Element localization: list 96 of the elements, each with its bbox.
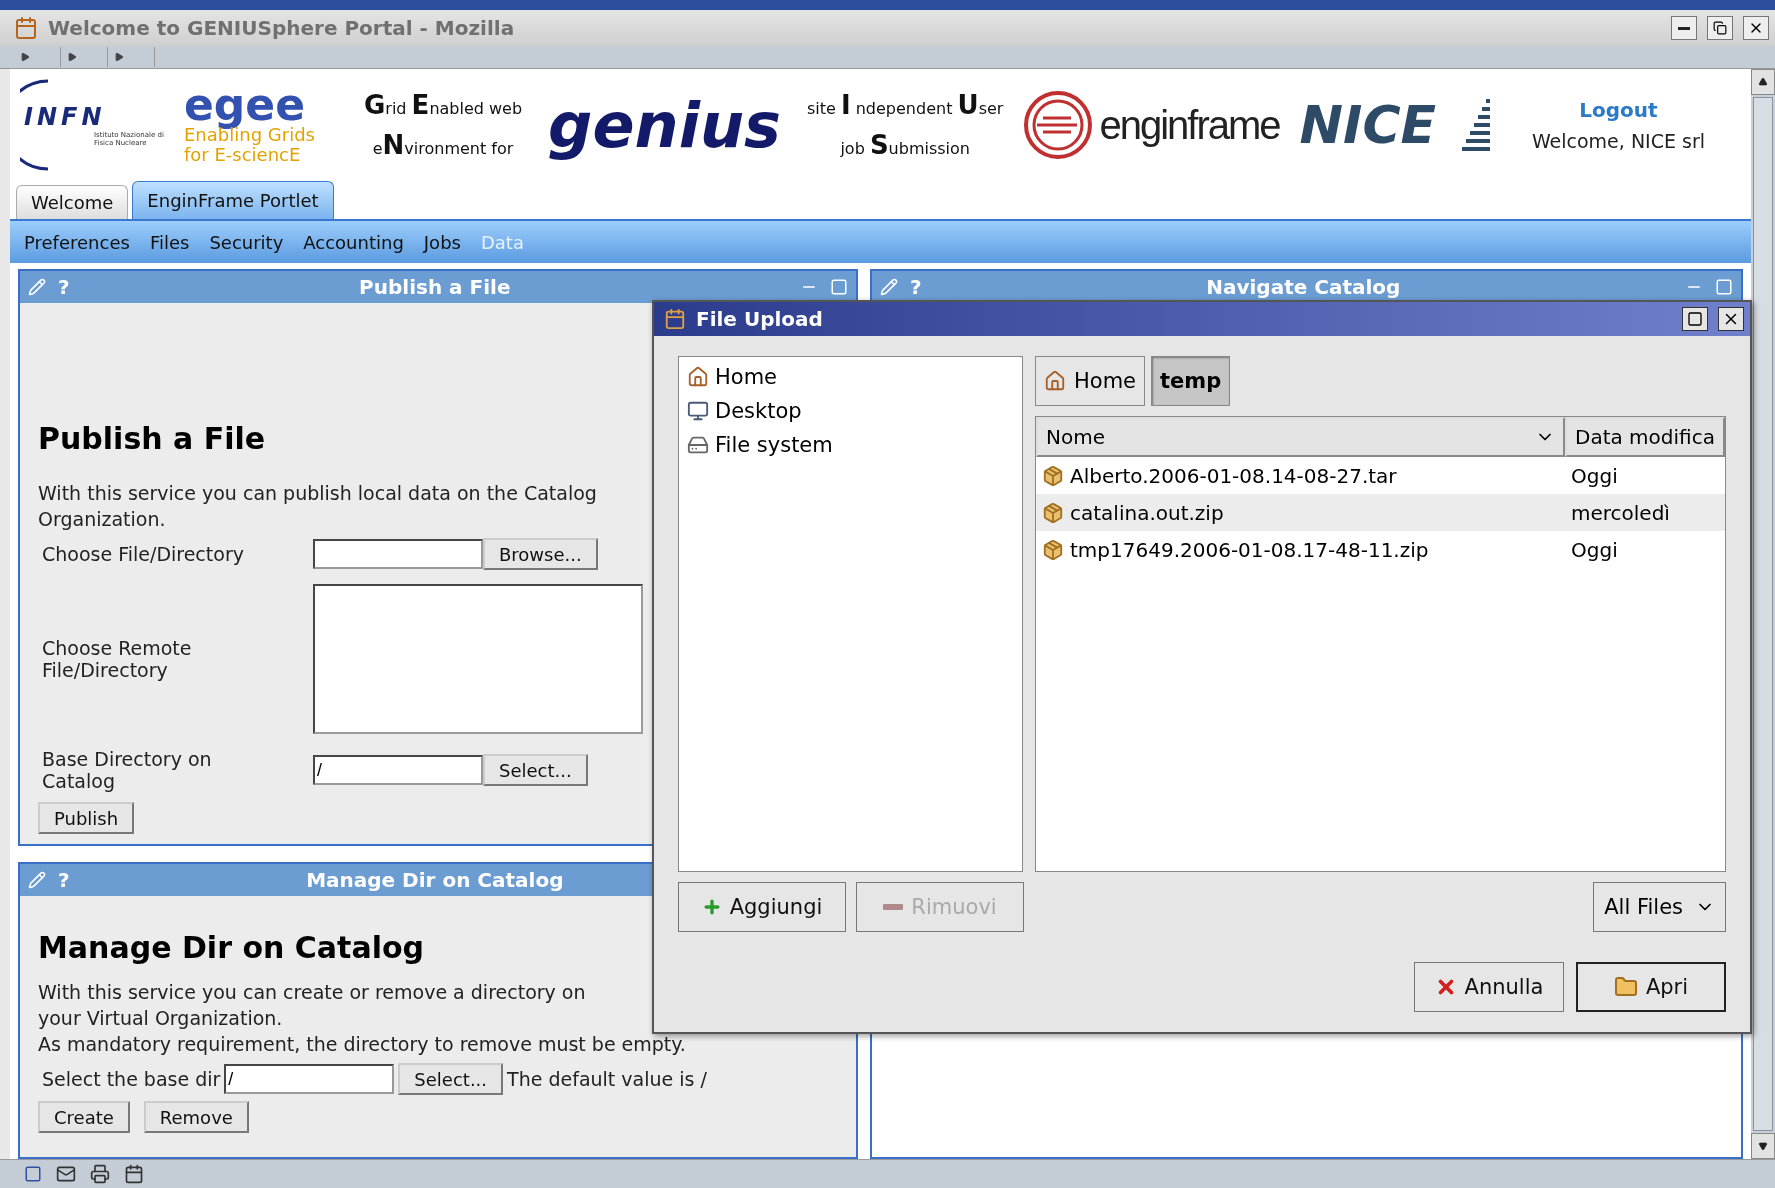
portlet-title: Manage Dir on Catalog bbox=[305, 868, 565, 892]
triangle-icon[interactable] bbox=[67, 52, 77, 62]
dialog-title: File Upload bbox=[696, 307, 824, 331]
description-text: With this service you can publish local data on the Catalog bbox=[38, 481, 597, 506]
window-title: Welcome to GENIUSphere Portal - Mozilla bbox=[48, 16, 516, 40]
file-name: tmp17649.2006-01-08.17-48-11.zip bbox=[1036, 537, 1565, 562]
package-icon bbox=[1042, 501, 1064, 524]
minimize-icon bbox=[1678, 26, 1690, 30]
section-heading: Publish a File bbox=[38, 421, 266, 456]
home-icon bbox=[1044, 370, 1066, 392]
logo-text: genius bbox=[547, 88, 782, 162]
portlet-title: Navigate Catalog bbox=[1205, 275, 1402, 299]
file-input[interactable] bbox=[313, 539, 483, 569]
acronym-line: eNvironment for bbox=[372, 130, 514, 160]
dir-action-button[interactable]: Remove bbox=[143, 1101, 249, 1133]
field-label: Choose File/Directory bbox=[41, 543, 245, 565]
field-label: Choose Remote File/Directory bbox=[41, 637, 193, 681]
close-button[interactable] bbox=[1743, 16, 1769, 40]
path-button[interactable]: temp bbox=[1151, 356, 1231, 406]
text-input[interactable]: / bbox=[313, 755, 483, 785]
place-item[interactable]: Home bbox=[683, 363, 1018, 391]
down-arrow-icon bbox=[1758, 1141, 1768, 1151]
add-bookmark-button[interactable]: Aggiungi bbox=[678, 882, 846, 932]
folder-icon bbox=[1613, 975, 1638, 999]
browse-button[interactable]: Browse... bbox=[483, 538, 598, 570]
hint-text: The default value is / bbox=[507, 1068, 707, 1090]
acronym-line: job Submission bbox=[840, 130, 970, 160]
desktop-icon bbox=[687, 400, 709, 422]
description-text: Organization. bbox=[38, 507, 167, 532]
filter-dropdown[interactable]: All Files bbox=[1593, 882, 1726, 932]
modified-date: Oggi bbox=[1570, 463, 1619, 488]
restore-button[interactable] bbox=[1707, 16, 1733, 40]
place-item[interactable]: File system bbox=[683, 431, 1018, 459]
package-icon bbox=[1042, 464, 1064, 487]
package-icon bbox=[1042, 538, 1064, 561]
place-item[interactable]: Desktop bbox=[683, 397, 1018, 425]
file-name: Alberto.2006-01-08.14-08-27.tar bbox=[1036, 463, 1565, 488]
drive-icon bbox=[687, 434, 709, 456]
menu-item[interactable]: Preferences bbox=[24, 231, 130, 253]
logout-link[interactable]: Logout bbox=[1579, 98, 1658, 122]
acronym-line: site I ndependent User bbox=[806, 90, 1004, 120]
path-button[interactable]: Home bbox=[1035, 356, 1145, 406]
modified-date: Oggi bbox=[1570, 537, 1619, 562]
menu-item[interactable]: Accounting bbox=[303, 231, 404, 253]
description-text: your Virtual Organization. bbox=[38, 1006, 284, 1031]
section-heading: Manage Dir on Catalog bbox=[38, 930, 424, 965]
welcome-text: Welcome, NICE srl bbox=[1531, 130, 1705, 152]
logo-text: INFN bbox=[24, 103, 107, 131]
file-row[interactable]: catalina.out.zip mercoledì bbox=[1036, 494, 1725, 531]
menu-item[interactable]: Jobs bbox=[423, 231, 461, 253]
ring-logo-icon bbox=[1023, 90, 1094, 160]
home-icon bbox=[687, 366, 709, 388]
publish-button[interactable]: Publish bbox=[38, 802, 135, 834]
minus-icon bbox=[883, 904, 904, 910]
mail-icon bbox=[56, 1164, 76, 1184]
maximize-button[interactable] bbox=[1682, 307, 1708, 331]
modified-date: mercoledì bbox=[1570, 500, 1671, 525]
open-button[interactable]: Apri bbox=[1576, 962, 1726, 1012]
maximize-icon bbox=[1687, 311, 1703, 327]
menu-item[interactable]: Security bbox=[209, 231, 284, 253]
description-text: As mandatory requirement, the directory to remove must be empty. bbox=[38, 1032, 686, 1057]
cancel-button[interactable]: Annulla bbox=[1414, 962, 1564, 1012]
triangle-icon[interactable] bbox=[20, 52, 30, 62]
select-button[interactable]: Select... bbox=[483, 754, 588, 786]
calendar-icon bbox=[124, 1164, 144, 1184]
select-button[interactable]: Select... bbox=[398, 1063, 504, 1095]
field-label: Base Directory on Catalog bbox=[41, 748, 213, 792]
tab[interactable]: EnginFrame Portlet bbox=[132, 181, 334, 219]
pencil-icon bbox=[880, 278, 898, 296]
pencil-icon bbox=[28, 871, 46, 889]
status-icon bbox=[24, 1165, 42, 1183]
logo-tagline: for E-sciencE bbox=[184, 145, 301, 165]
column-header[interactable]: Data modifica bbox=[1565, 417, 1725, 457]
printer-icon bbox=[90, 1164, 110, 1184]
text-input[interactable]: / bbox=[224, 1064, 395, 1094]
text-area[interactable] bbox=[313, 584, 643, 734]
description-text: With this service you can create or remove a directory on bbox=[38, 980, 587, 1005]
portlet-title: Publish a File bbox=[358, 275, 512, 299]
file-name: catalina.out.zip bbox=[1036, 500, 1565, 525]
logo-text: NICE bbox=[1299, 95, 1437, 155]
restore-icon bbox=[1713, 21, 1727, 35]
logo-text: enginframe bbox=[1099, 102, 1280, 148]
close-button[interactable] bbox=[1718, 307, 1744, 331]
maximize-icon[interactable] bbox=[1715, 278, 1733, 296]
triangle-icon[interactable] bbox=[114, 52, 124, 62]
minimize-button[interactable] bbox=[1671, 16, 1697, 40]
scrollbar[interactable] bbox=[1751, 69, 1775, 1159]
maximize-icon[interactable] bbox=[830, 278, 848, 296]
tab[interactable]: Welcome bbox=[16, 185, 129, 219]
up-arrow-icon bbox=[1758, 77, 1768, 87]
pencil-icon bbox=[28, 278, 46, 296]
field-label: Select the base dir bbox=[41, 1068, 221, 1090]
dir-action-button[interactable]: Create bbox=[38, 1101, 130, 1133]
column-header[interactable]: Nome bbox=[1036, 417, 1565, 457]
menu-item[interactable]: Files bbox=[149, 231, 190, 253]
acronym-line: Grid Enabled web bbox=[364, 90, 523, 120]
